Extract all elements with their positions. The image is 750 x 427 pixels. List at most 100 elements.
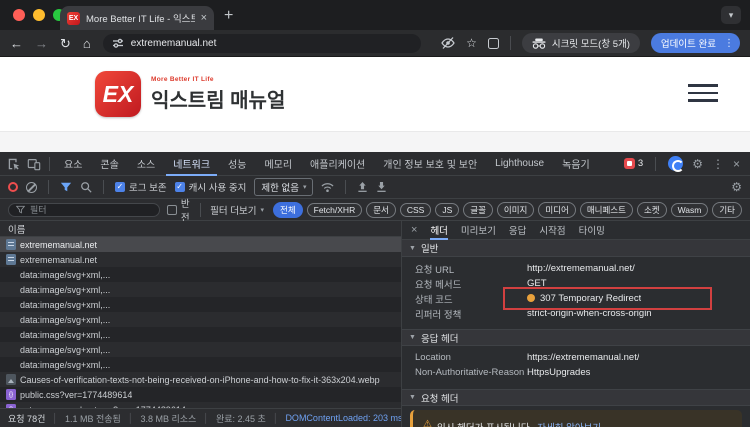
no-icon <box>6 299 16 310</box>
resources-size: 3.8 MB 리소스 <box>140 413 197 424</box>
network-conditions-icon[interactable] <box>321 181 334 193</box>
eye-off-icon[interactable] <box>441 36 455 50</box>
hamburger-menu-icon[interactable] <box>688 84 718 102</box>
chip-fetch-xhr[interactable]: Fetch/XHR <box>306 202 363 217</box>
devtools-close-icon[interactable]: × <box>733 158 740 170</box>
detail-tab-preview[interactable]: 미리보기 <box>461 221 496 240</box>
site-settings-icon[interactable] <box>112 37 124 49</box>
tab-search-chevron-icon[interactable]: ▾ <box>721 6 741 24</box>
request-type-chips: 전체 Fetch/XHR 문서 CSS JS 글꼴 이미지 미디어 매니페스트 … <box>273 201 742 218</box>
triangle-down-icon: ▼ <box>409 334 416 341</box>
chip-css[interactable]: CSS <box>399 202 432 217</box>
tab-console[interactable]: 콘솔 <box>93 152 125 176</box>
network-settings-icon[interactable]: ⚙ <box>731 181 742 193</box>
chip-other[interactable]: 기타 <box>712 201 742 218</box>
header-label: 요청 메서드 <box>415 279 462 291</box>
tab-performance[interactable]: 성능 <box>221 152 253 176</box>
url-text[interactable]: extrememanual.net <box>131 38 217 49</box>
preserve-log-option[interactable]: ✓ 로그 보존 <box>115 180 167 194</box>
tab-close-icon[interactable]: × <box>201 12 207 24</box>
throttling-dropdown[interactable]: 제한 없음 ▾ <box>254 178 314 196</box>
devtools-menu-icon[interactable]: ⋮ <box>712 158 724 170</box>
request-row[interactable]: extrememanual.net <box>0 252 401 267</box>
request-row[interactable]: data:image/svg+xml,... <box>0 267 401 282</box>
request-row[interactable]: data:image/svg+xml,... <box>0 312 401 327</box>
filter-input[interactable]: 필터 <box>8 202 160 217</box>
devtools-assistant-icon[interactable] <box>668 156 684 172</box>
tab-network[interactable]: 네트워크 <box>166 152 217 176</box>
request-row[interactable]: data:image/svg+xml,... <box>0 357 401 372</box>
disable-cache-option[interactable]: ✓ 캐시 사용 중지 <box>174 180 246 194</box>
disable-cache-checkbox[interactable]: ✓ <box>174 182 185 192</box>
request-row[interactable]: extrememanual.net <box>0 237 401 252</box>
detail-tab-response[interactable]: 응답 <box>509 221 526 240</box>
chip-manifest[interactable]: 매니페스트 <box>579 201 633 218</box>
request-row[interactable]: data:image/svg+xml,... <box>0 327 401 342</box>
import-har-icon[interactable] <box>357 181 368 193</box>
bookmark-star-icon[interactable]: ☆ <box>466 37 477 49</box>
learn-more-link[interactable]: 자세히 알아보기 <box>537 420 601 427</box>
browser-menu-icon[interactable]: ⋮ <box>724 38 734 49</box>
request-row[interactable]: data:image/svg+xml,... <box>0 342 401 357</box>
chip-socket[interactable]: 소켓 <box>636 201 667 218</box>
response-headers-section-header[interactable]: ▼ 응답 헤더 <box>402 329 750 346</box>
domcontentloaded-time: DOMContentLoaded: 203 ms <box>285 413 401 423</box>
inspect-element-icon[interactable] <box>6 156 22 172</box>
new-tab-button[interactable]: + <box>224 5 233 27</box>
tab-recorder[interactable]: 녹음기 <box>555 152 597 176</box>
incognito-badge[interactable]: 시크릿 모드(창 5개) <box>521 33 640 53</box>
invert-checkbox[interactable] <box>166 204 177 215</box>
detail-tab-initiator[interactable]: 시작점 <box>539 221 565 240</box>
chip-media[interactable]: 미디어 <box>538 201 576 218</box>
chip-doc[interactable]: 문서 <box>366 201 396 218</box>
forward-icon[interactable]: → <box>35 37 48 50</box>
chip-wasm[interactable]: Wasm <box>670 202 709 217</box>
window-controls[interactable] <box>13 9 65 21</box>
export-har-icon[interactable] <box>376 181 387 193</box>
update-button[interactable]: 업데이트 완료 ⋮ <box>650 33 740 53</box>
tab-privacy-security[interactable]: 개인 정보 보호 및 보안 <box>376 152 484 176</box>
detail-tab-headers[interactable]: 헤더 <box>430 221 447 240</box>
reload-icon[interactable]: ↻ <box>60 37 71 50</box>
record-network-log-icon[interactable] <box>8 182 18 192</box>
request-row[interactable]: data:image/svg+xml,... <box>0 297 401 312</box>
device-toolbar-icon[interactable] <box>26 156 42 172</box>
clear-network-log-icon[interactable] <box>26 181 37 193</box>
site-logo[interactable]: EX More Better IT Life 익스트림 매뉴얼 <box>95 71 285 117</box>
filter-funnel-icon[interactable] <box>60 181 72 193</box>
back-icon[interactable]: ← <box>10 37 23 50</box>
request-list-header[interactable]: 이름 <box>0 221 401 237</box>
general-section-header[interactable]: ▼ 일반 <box>402 240 750 257</box>
chip-font[interactable]: 글꼴 <box>463 201 493 218</box>
issues-count: 3 <box>637 158 644 169</box>
summary-divider: │ <box>127 413 134 423</box>
browser-window: EX More Better IT Life - 익스트림 매뉴 × + ▾ ←… <box>0 0 750 427</box>
detail-tab-timing[interactable]: 타이밍 <box>579 221 605 240</box>
chip-all[interactable]: 전체 <box>273 201 303 218</box>
request-headers-section-header[interactable]: ▼ 요청 헤더 <box>402 389 750 406</box>
tab-elements[interactable]: 요소 <box>57 152 89 176</box>
request-row[interactable]: Causes-of-verification-texts-not-being-r… <box>0 372 401 387</box>
address-bar[interactable]: extrememanual.net <box>102 33 421 53</box>
tab-lighthouse[interactable]: Lighthouse <box>488 152 551 176</box>
home-icon[interactable]: ⌂ <box>83 37 91 50</box>
close-window-button[interactable] <box>13 9 25 21</box>
chip-img[interactable]: 이미지 <box>496 201 535 218</box>
request-row[interactable]: data:image/svg+xml,... <box>0 282 401 297</box>
browser-tab[interactable]: EX More Better IT Life - 익스트림 매뉴 × <box>60 6 214 30</box>
request-row[interactable]: {} public.css?ver=1774489614 <box>0 387 401 402</box>
minimize-window-button[interactable] <box>33 9 45 21</box>
chip-js[interactable]: JS <box>435 202 460 217</box>
search-icon[interactable] <box>80 181 92 193</box>
extensions-icon[interactable] <box>487 37 499 49</box>
page-content-band <box>0 131 750 152</box>
close-detail-icon[interactable]: × <box>411 224 417 236</box>
tab-sources[interactable]: 소스 <box>130 152 162 176</box>
preserve-log-checkbox[interactable]: ✓ <box>115 182 125 192</box>
more-filters-dropdown[interactable]: 필터 더보기 ▾ <box>210 203 264 217</box>
issues-badge[interactable]: 3 <box>623 158 644 169</box>
tab-application[interactable]: 애플리케이션 <box>303 152 372 176</box>
tab-memory[interactable]: 메모리 <box>257 152 299 176</box>
devtools-settings-icon[interactable]: ⚙ <box>692 158 703 170</box>
invert-filter-option[interactable]: 반전 <box>166 196 190 224</box>
